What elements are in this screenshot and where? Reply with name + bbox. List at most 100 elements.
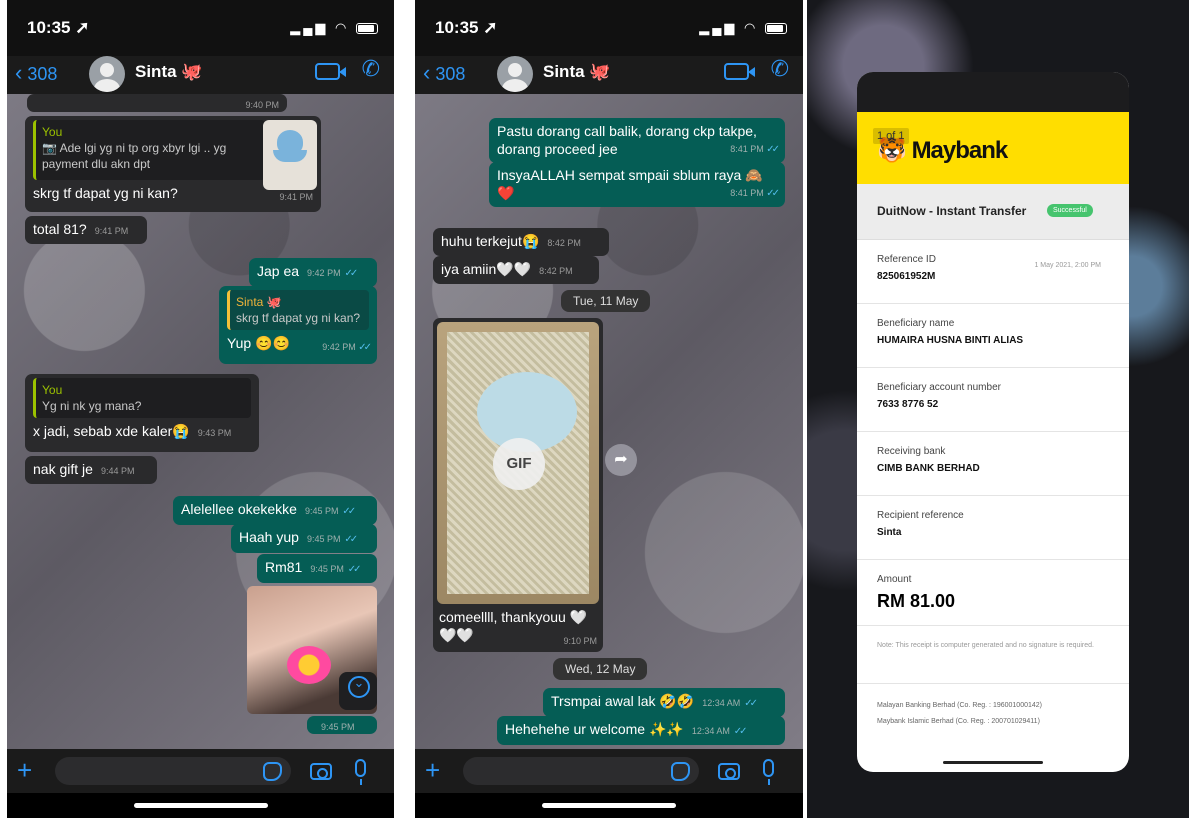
message-bubble[interactable]: Haah yup 9:45 PM ✓✓ [231,524,377,553]
message-time: 9:45 PM [310,564,344,574]
message-text: huhu terkejut😭 [441,233,540,249]
octopus-emoji: 🐙 [589,62,611,81]
gif-thumbnail[interactable]: GIF [437,322,599,604]
field-value: 825061952M [877,271,936,282]
video-call-icon[interactable] [315,63,346,80]
message-bubble[interactable]: You Yg ni nk yg mana? x jadi, sebab xde … [25,374,259,452]
message-time-text: 8:41 PM [730,144,764,154]
phone-call-icon[interactable]: ✆ [362,56,380,82]
quoted-message[interactable]: You Yg ni nk yg mana? [33,378,251,418]
message-time-text: 9:42 PM [322,342,356,352]
read-ticks-icon: ✓✓ [358,342,372,353]
quoted-message[interactable]: You 📷 Ade lgi yg ni tp org xbyr lgi .. y… [33,120,265,180]
message-input[interactable] [463,757,699,785]
photo-thumbnail[interactable] [263,120,317,190]
contact-name[interactable]: Sinta 🐙 [543,62,610,82]
microphone-icon[interactable] [763,759,774,785]
camera-icon[interactable] [310,763,332,780]
message-time: 9:10 PM [563,636,597,646]
message-time: 9:45 PM [304,506,339,516]
message-bubble[interactable]: You 📷 Ade lgi yg ni tp org xbyr lgi .. y… [25,116,321,212]
transfer-type-row: DuitNow - Instant Transfer Successful [857,184,1129,240]
quoted-message[interactable]: Sinta 🐙 skrg tf dapat yg ni kan? [227,290,369,330]
message-bubble[interactable]: Pastu dorang call balik, dorang ckp takp… [489,118,785,163]
chat-area[interactable]: 9:40 PM You 📷 Ade lgi yg ni tp org xbyr … [7,94,394,749]
message-time: 9:44 PM [100,466,135,476]
forward-button[interactable]: ➦ [605,444,637,476]
message-bubble[interactable]: Sinta 🐙 skrg tf dapat yg ni kan? Yup 😊😊 … [219,286,377,364]
receiving-bank-field: Receiving bank CIMB BANK BERHAD [857,432,1129,496]
receipt-note: Note: This receipt is computer generated… [857,626,1129,684]
message-input[interactable] [55,757,291,785]
sheet-header [857,72,1129,112]
message-text: total 81? [33,221,87,237]
phone-call-icon[interactable]: ✆ [771,56,789,82]
status-time: 10:35 [27,18,71,37]
sheet-handle[interactable] [943,761,1043,764]
input-bar: + [415,749,803,793]
message-bubble[interactable]: Alelellee okekekke 9:45 PM ✓✓ [173,496,377,525]
back-button[interactable]: ‹ 308 [15,60,57,86]
back-button[interactable]: ‹ 308 [423,60,465,86]
avatar[interactable] [89,56,125,92]
chevron-left-icon: ‹ [423,60,431,85]
message-bubble[interactable]: total 81? 9:41 PM [25,216,147,244]
message-bubble[interactable]: Jap ea 9:42 PM ✓✓ [249,258,377,287]
unread-count: 308 [27,64,58,84]
receipt-footer: Malayan Banking Berhad (Co. Reg. : 19600… [857,684,1129,744]
message-text: Hehehehe ur welcome ✨✨ [505,721,684,737]
signal-wifi-battery-icons: ▂▄▆ ◠ [699,20,787,36]
message-text: nak gift je [33,461,93,477]
gif-message[interactable]: GIF comeellll, thankyouu 🤍🤍🤍 9:10 PM [433,318,603,652]
message-text: Haah yup [239,529,299,545]
message-bubble[interactable]: iya amiin🤍🤍 8:42 PM [433,256,599,284]
plus-icon[interactable]: + [17,755,32,786]
quote-text: 📷 Ade lgi yg ni tp org xbyr lgi .. yg pa… [42,141,227,171]
home-indicator [415,793,803,818]
beneficiary-name-field: Beneficiary name HUMAIRA HUSNA BINTI ALI… [857,304,1129,368]
read-ticks-icon: ✓✓ [744,698,758,709]
message-bubble[interactable]: 9:40 PM [27,94,287,112]
message-bubble[interactable]: Trsmpai awal lak 🤣🤣 12:34 AM ✓✓ [543,688,785,717]
receipt-sheet[interactable]: 🐯 Maybank 1 of 1 DuitNow - Instant Trans… [857,72,1129,772]
message-bubble[interactable]: huhu terkejut😭 8:42 PM [433,228,609,256]
read-ticks-icon: ✓✓ [342,506,356,517]
camera-icon[interactable] [718,763,740,780]
microphone-icon[interactable] [355,759,366,785]
message-bubble[interactable]: nak gift je 9:44 PM [25,456,157,484]
quote-text: Yg ni nk yg mana? [42,399,142,413]
date-separator: Wed, 12 May [553,658,648,680]
avatar[interactable] [497,56,533,92]
field-label: Recipient reference [877,510,964,521]
maybank-logo-text: Maybank [911,137,1009,164]
scroll-down-button[interactable] [339,672,377,710]
contact-name[interactable]: Sinta 🐙 [135,62,202,82]
message-text: iya amiin🤍🤍 [441,261,532,277]
home-indicator-bar [542,803,676,808]
message-time: 9:40 PM [245,100,279,110]
read-ticks-icon: ✓✓ [347,564,362,575]
message-text: Alelellee okekekke [181,501,297,517]
quote-author: You [42,383,63,397]
plus-icon[interactable]: + [425,755,440,786]
video-call-icon[interactable] [724,63,755,80]
message-time: 9:42 PM ✓✓ [322,338,372,357]
quote-author: You [42,125,63,139]
amount-label: Amount [877,574,912,585]
chat-area[interactable]: Pastu dorang call balik, dorang ckp takp… [415,94,803,749]
field-value: CIMB BANK BERHAD [877,463,980,474]
message-bubble[interactable]: 9:45 PM [307,716,377,734]
location-icon: ➚ [75,18,90,37]
gif-play-button[interactable]: GIF [493,438,545,490]
message-text: Rm81 [265,559,303,575]
message-bubble[interactable]: Hehehehe ur welcome ✨✨ 12:34 AM ✓✓ [497,716,785,745]
message-time: 9:45 PM [321,722,355,732]
message-bubble[interactable]: Rm81 9:45 PM ✓✓ [257,554,377,583]
message-text: Jap ea [257,263,300,279]
field-value: Sinta [877,527,902,538]
message-time: 9:43 PM [197,428,232,438]
location-icon: ➚ [483,18,498,37]
contact-name-text: Sinta [135,62,177,81]
transfer-title: DuitNow - Instant Transfer [877,204,1027,218]
message-bubble[interactable]: InsyaALLAH sempat smpaii sblum raya 🙈❤️ … [489,162,785,207]
